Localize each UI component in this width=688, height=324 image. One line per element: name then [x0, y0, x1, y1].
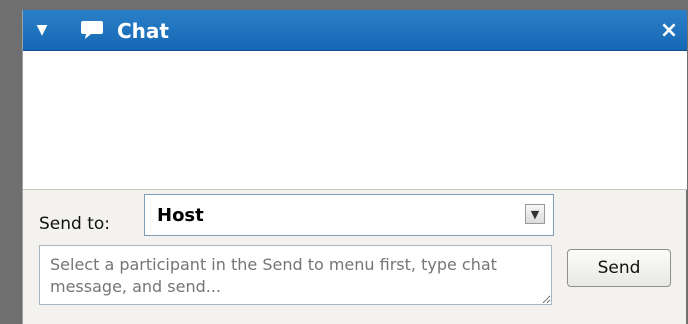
chat-message-input[interactable] [39, 245, 552, 305]
chat-message-area[interactable] [23, 51, 687, 190]
triangle-down-icon[interactable]: ▼ [31, 20, 53, 40]
speech-bubble-icon [80, 19, 104, 41]
recipient-dropdown[interactable]: Host ▼ [144, 194, 554, 236]
chevron-down-icon[interactable]: ▼ [525, 204, 545, 224]
close-icon[interactable]: × [657, 18, 681, 43]
window-title: Chat [117, 19, 169, 43]
recipient-selected-value: Host [157, 205, 204, 226]
chat-panel: ▼ Chat × Send to: Host ▼ Send [22, 10, 687, 324]
chat-titlebar: ▼ Chat × [23, 10, 687, 51]
send-to-label: Send to: [39, 214, 111, 234]
send-button[interactable]: Send [567, 249, 671, 287]
